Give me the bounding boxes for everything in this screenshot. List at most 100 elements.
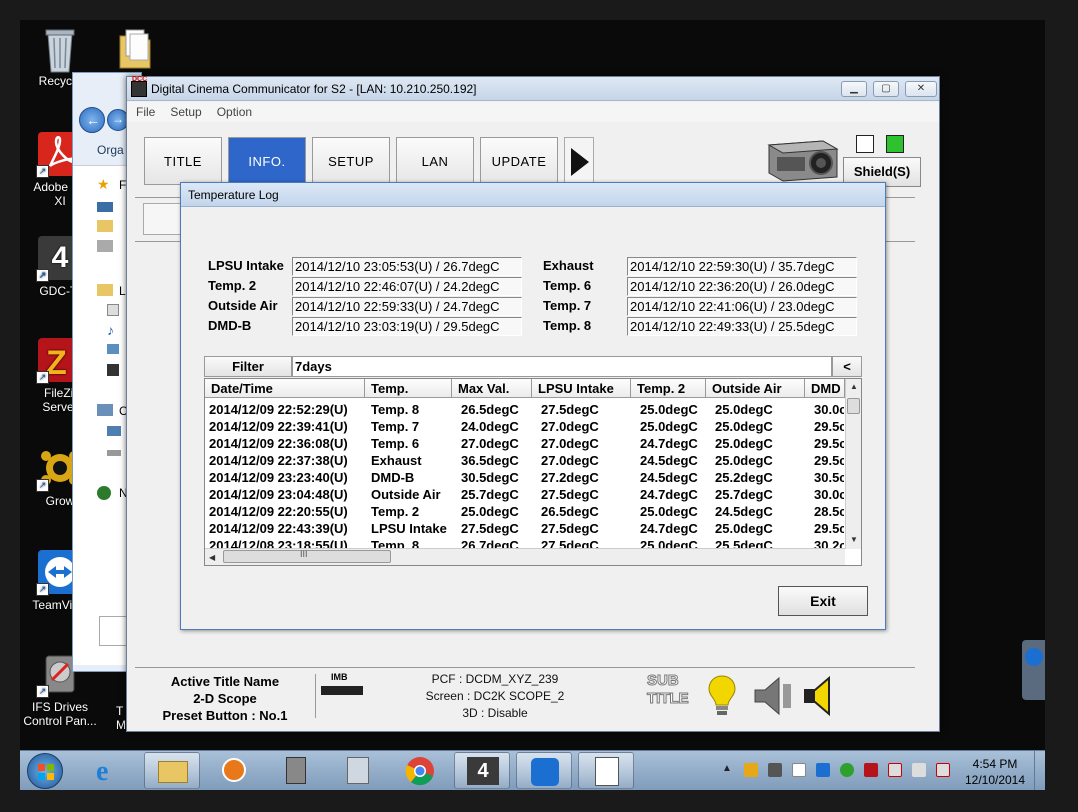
column-header-temp[interactable]: Temp.	[365, 379, 452, 398]
cell-outside-air[interactable]: 24.5degC	[715, 503, 811, 520]
cell-temp2[interactable]: 24.5degC	[640, 469, 713, 486]
cell-temp[interactable]: Temp. 8	[371, 401, 459, 418]
close-button[interactable]: ✕	[905, 81, 937, 97]
cell-temp[interactable]: Exhaust	[371, 452, 459, 469]
cell-lpsu-intake[interactable]: 27.2degC	[541, 469, 637, 486]
taskbar-explorer[interactable]	[144, 752, 200, 789]
minimize-button[interactable]: ▁	[841, 81, 867, 97]
scroll-left-arrow-icon[interactable]: ◀	[209, 553, 215, 562]
tab-setup[interactable]: SETUP	[312, 137, 390, 185]
cell-dmd[interactable]: 30.0c	[814, 486, 844, 503]
taskbar-chrome[interactable]	[392, 752, 448, 789]
cell-temp2[interactable]: 24.5degC	[640, 452, 713, 469]
cell-max-val[interactable]: 27.0degC	[461, 435, 539, 452]
clock-time[interactable]: 4:54 PM	[960, 757, 1030, 771]
vertical-scroll-thumb[interactable]	[847, 398, 860, 414]
cell-max-val[interactable]: 30.5degC	[461, 469, 539, 486]
tray-app-icon-3[interactable]	[792, 763, 806, 777]
horizontal-scroll-thumb[interactable]: III	[223, 549, 391, 563]
cell-datetime[interactable]: 2014/12/09 22:39:41(U)	[209, 418, 367, 435]
taskbar-teamviewer[interactable]	[516, 752, 572, 789]
cell-lpsu-intake[interactable]: 26.5degC	[541, 503, 637, 520]
folder-icon[interactable]	[116, 26, 154, 70]
cell-max-val[interactable]: 25.0degC	[461, 503, 539, 520]
cell-temp[interactable]: Temp. 7	[371, 418, 459, 435]
cell-outside-air[interactable]: 25.0degC	[715, 452, 811, 469]
cell-max-val[interactable]: 25.7degC	[461, 486, 539, 503]
cell-datetime[interactable]: 2014/12/09 22:52:29(U)	[209, 401, 367, 418]
tab-title[interactable]: TITLE	[144, 137, 222, 185]
tab-update[interactable]: UPDATE	[480, 137, 558, 185]
cell-temp[interactable]: Temp. 6	[371, 435, 459, 452]
tray-volume-icon[interactable]	[936, 763, 950, 777]
cell-outside-air[interactable]: 25.2degC	[715, 469, 811, 486]
cell-datetime[interactable]: 2014/12/09 22:43:39(U)	[209, 520, 367, 537]
cell-temp2[interactable]: 25.0degC	[640, 418, 713, 435]
back-button[interactable]: ←	[79, 107, 105, 133]
dialog-titlebar[interactable]: Temperature Log	[181, 183, 885, 207]
cell-dmd[interactable]: 30.0c	[814, 401, 844, 418]
filter-value-field[interactable]: 7days	[292, 356, 832, 377]
cell-lpsu-intake[interactable]: 27.5degC	[541, 520, 637, 537]
column-header-datetime[interactable]: Date/Time	[205, 379, 365, 398]
cell-max-val[interactable]: 26.5degC	[461, 401, 539, 418]
tray-app-icon-4[interactable]	[816, 763, 830, 777]
tray-app-icon-5[interactable]	[840, 763, 854, 777]
cell-temp2[interactable]: 24.7degC	[640, 435, 713, 452]
column-header-max-val[interactable]: Max Val.	[452, 379, 532, 398]
menu-option[interactable]: Option	[208, 102, 258, 119]
tray-expand-icon[interactable]: ▲	[722, 763, 732, 774]
exit-button[interactable]: Exit	[778, 586, 868, 616]
tab-lan[interactable]: LAN	[396, 137, 474, 185]
show-desktop-button[interactable]	[1034, 751, 1044, 790]
tray-network-icon[interactable]	[888, 763, 902, 777]
clock-date[interactable]: 12/10/2014	[960, 773, 1030, 787]
column-header-lpsu-intake[interactable]: LPSU Intake	[532, 379, 631, 398]
cell-lpsu-intake[interactable]: 27.5degC	[541, 486, 637, 503]
cell-max-val[interactable]: 24.0degC	[461, 418, 539, 435]
taskbar-drive-tool[interactable]	[268, 752, 324, 789]
taskbar-calculator[interactable]	[330, 752, 386, 789]
cell-datetime[interactable]: 2014/12/09 23:23:40(U)	[209, 469, 367, 486]
cell-datetime[interactable]: 2014/12/09 23:04:48(U)	[209, 486, 367, 503]
cell-lpsu-intake[interactable]: 27.0degC	[541, 418, 637, 435]
filter-dropdown-button[interactable]: <	[832, 356, 862, 377]
cell-max-val[interactable]: 36.5degC	[461, 452, 539, 469]
start-button[interactable]	[27, 753, 63, 789]
libraries-label[interactable]: L	[119, 284, 126, 298]
cell-outside-air[interactable]: 25.7degC	[715, 486, 811, 503]
cell-temp[interactable]: Outside Air	[371, 486, 459, 503]
taskbar-media-player[interactable]	[206, 752, 262, 789]
cell-temp2[interactable]: 25.0degC	[640, 401, 713, 418]
cell-temp[interactable]: LPSU Intake	[371, 520, 459, 537]
maximize-button[interactable]: ▢	[873, 81, 899, 97]
menu-setup[interactable]: Setup	[161, 102, 207, 119]
column-header-outside-air[interactable]: Outside Air	[706, 379, 805, 398]
cell-temp2[interactable]: 25.0degC	[640, 503, 713, 520]
taskbar-dcc[interactable]	[578, 752, 634, 789]
tray-filezilla-icon[interactable]	[864, 763, 878, 777]
cell-lpsu-intake[interactable]: 27.0degC	[541, 452, 637, 469]
teamviewer-side-tab[interactable]	[1022, 640, 1045, 700]
cell-dmd[interactable]: 29.5c	[814, 452, 844, 469]
cell-outside-air[interactable]: 25.0degC	[715, 401, 811, 418]
cell-outside-air[interactable]: 25.0degC	[715, 520, 811, 537]
scroll-down-arrow-icon[interactable]: ▼	[850, 535, 858, 544]
column-header-dmd[interactable]: DMD	[805, 379, 845, 398]
temperature-log-table[interactable]: Date/Time Temp. Max Val. LPSU Intake Tem…	[204, 378, 862, 566]
cell-datetime[interactable]: 2014/12/09 22:36:08(U)	[209, 435, 367, 452]
cell-lpsu-intake[interactable]: 27.0degC	[541, 435, 637, 452]
taskbar-gdc[interactable]: 4	[454, 752, 510, 789]
menu-file[interactable]: File	[127, 102, 161, 119]
cell-temp2[interactable]: 24.7degC	[640, 520, 713, 537]
cell-outside-air[interactable]: 25.0degC	[715, 418, 811, 435]
app-titlebar[interactable]: DCC Digital Cinema Communicator for S2 -…	[127, 76, 939, 101]
cell-dmd[interactable]: 28.5c	[814, 503, 844, 520]
cell-dmd[interactable]: 29.5c	[814, 418, 844, 435]
cell-datetime[interactable]: 2014/12/09 22:20:55(U)	[209, 503, 367, 520]
taskbar-ie[interactable]: e	[82, 752, 138, 789]
cell-dmd[interactable]: 30.5c	[814, 469, 844, 486]
filter-button[interactable]: Filter	[204, 356, 292, 377]
organize-menu[interactable]: Orga	[97, 143, 124, 157]
cell-outside-air[interactable]: 25.0degC	[715, 435, 811, 452]
